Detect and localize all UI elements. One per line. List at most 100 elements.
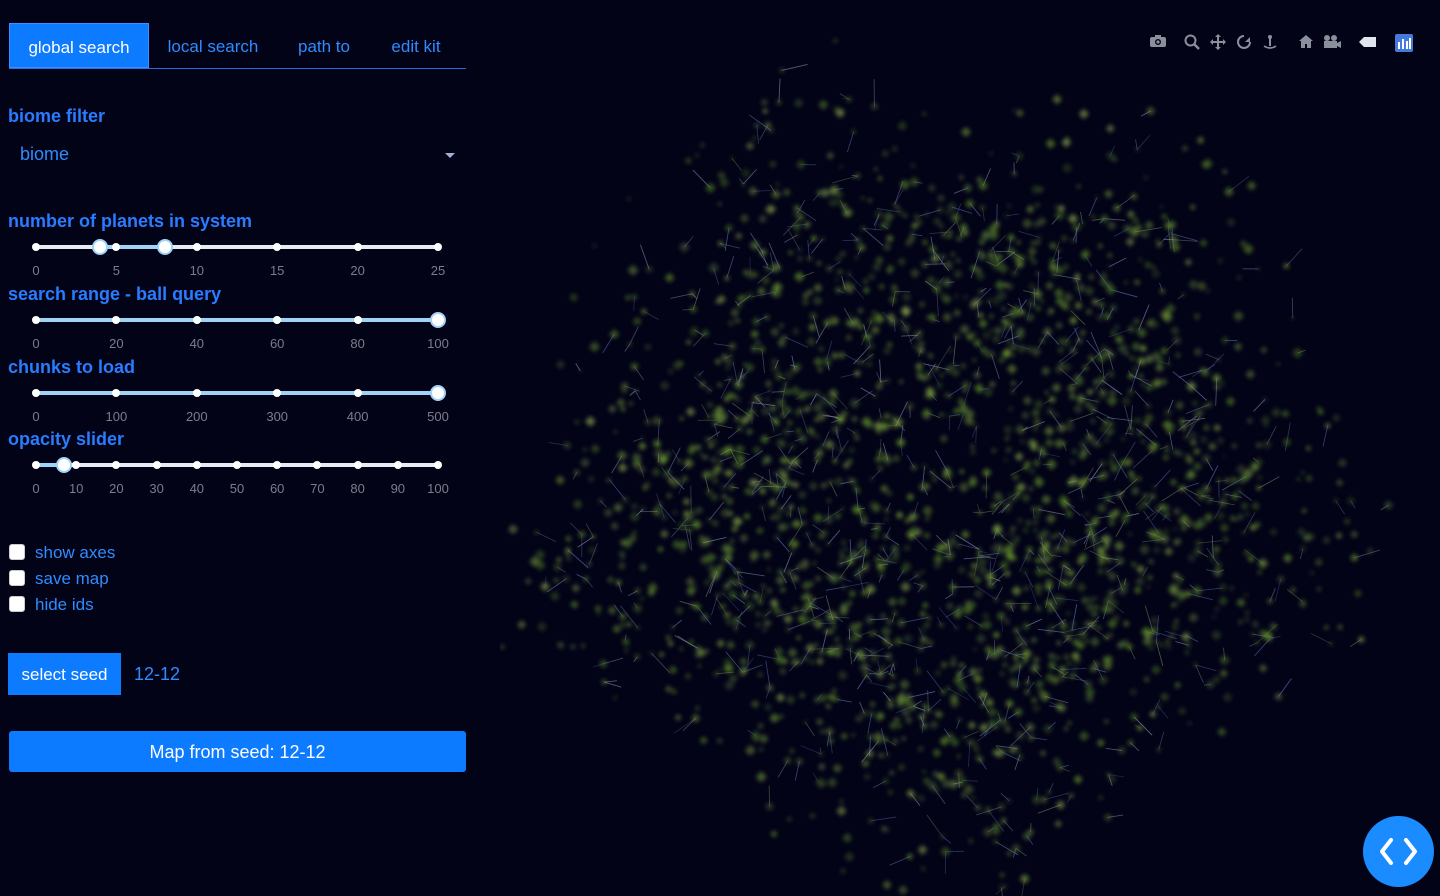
star-system-point [643, 342, 652, 352]
save-map-checkbox[interactable]: save map [9, 566, 115, 592]
tab-local-search[interactable]: local search [157, 23, 269, 68]
star-system-point [751, 316, 761, 327]
star-system-point [626, 196, 631, 202]
planets-slider[interactable]: 0 5 10 15 20 25 [32, 239, 445, 287]
checkbox-box[interactable] [9, 570, 25, 587]
tab-global-search[interactable]: global search [9, 23, 149, 68]
hide-ids-label[interactable]: hide ids [35, 595, 94, 614]
star-system-point [1078, 108, 1090, 120]
star-system-point [922, 769, 927, 774]
star-system-point [840, 539, 848, 546]
star-system-point [880, 625, 892, 637]
star-system-point [1150, 268, 1162, 280]
checkbox-box[interactable] [9, 596, 25, 613]
star-system-point [659, 380, 670, 391]
system-link-line [1138, 304, 1150, 331]
star-system-point [744, 639, 756, 651]
galaxy-map-plot[interactable] [500, 20, 1400, 896]
star-system-point [938, 621, 945, 629]
chevron-down-icon[interactable] [445, 153, 455, 158]
slider-handle[interactable] [430, 312, 446, 328]
slider-handle[interactable] [92, 239, 109, 255]
star-system-point [913, 213, 920, 220]
star-system-point [828, 314, 833, 319]
checkbox-box[interactable] [9, 544, 25, 561]
biome-dropdown-placeholder: biome [20, 144, 70, 164]
star-system-point [870, 325, 881, 335]
star-system-point [1074, 301, 1083, 310]
star-system-point [1194, 538, 1203, 548]
system-link-line [1154, 469, 1171, 488]
star-system-point [1140, 438, 1146, 444]
code-toggle-button[interactable] [1363, 816, 1434, 887]
star-system-point [699, 736, 708, 745]
slider-handle[interactable] [430, 385, 446, 401]
system-link-line [885, 536, 900, 546]
star-system-point [940, 846, 951, 858]
star-system-point [1236, 597, 1246, 608]
star-system-point [1226, 217, 1236, 227]
star-system-point [1212, 675, 1221, 684]
system-link-line [788, 620, 811, 630]
star-system-point [667, 367, 675, 375]
star-system-point [1070, 447, 1079, 456]
star-system-point [555, 475, 566, 486]
star-system-point [869, 102, 879, 111]
save-map-label[interactable]: save map [35, 569, 109, 588]
star-system-point [656, 545, 664, 553]
biome-dropdown[interactable]: biome [9, 138, 466, 172]
system-link-line [844, 353, 859, 363]
hide-ids-checkbox[interactable]: hide ids [9, 592, 115, 618]
star-system-point [1025, 519, 1032, 526]
star-system-point [1028, 255, 1034, 261]
star-system-point [1022, 395, 1033, 406]
star-system-point [1079, 329, 1087, 337]
opacity-slider[interactable]: 0 10 20 30 40 50 60 70 80 90 100 [32, 457, 449, 505]
star-system-point [609, 329, 620, 340]
tab-path-to[interactable]: path to [284, 23, 364, 68]
star-system-point [920, 569, 925, 575]
show-axes-checkbox[interactable]: show axes [9, 540, 115, 566]
star-system-point [1087, 273, 1096, 281]
star-system-point [729, 353, 734, 358]
star-system-point [1011, 585, 1022, 597]
slider-handle[interactable] [56, 457, 73, 473]
star-system-point [1089, 405, 1097, 413]
star-system-point [1008, 745, 1018, 755]
map-from-seed-button[interactable]: Map from seed: 12-12 [9, 731, 466, 772]
star-system-point [680, 474, 689, 483]
star-system-point [620, 381, 630, 391]
tab-edit-kit[interactable]: edit kit [379, 23, 453, 68]
search-range-slider-label: search range - ball query [8, 284, 222, 304]
star-system-point [660, 513, 669, 522]
search-range-slider[interactable]: 0 20 40 60 80 100 [32, 312, 449, 360]
star-system-point [612, 429, 619, 435]
star-system-point [1170, 325, 1180, 336]
star-system-point [914, 361, 924, 371]
star-system-point [831, 687, 838, 694]
star-system-point [1047, 652, 1056, 661]
chunks-slider[interactable]: 0 100 200 300 400 500 [32, 385, 449, 433]
star-system-point [571, 583, 581, 593]
star-system-point [703, 578, 712, 587]
star-system-point [988, 151, 994, 156]
star-system-point [729, 538, 735, 544]
system-link-line [800, 745, 822, 755]
star-system-point [627, 264, 639, 276]
star-system-point [752, 445, 762, 456]
star-system-point [1066, 661, 1072, 667]
star-system-point [1185, 642, 1192, 649]
star-system-point [1256, 266, 1261, 272]
slider-mark-label: 40 [189, 336, 205, 351]
star-system-point [778, 322, 785, 329]
star-system-point [1030, 506, 1036, 512]
system-link-line [1067, 487, 1082, 494]
slider-mark-label: 300 [266, 409, 289, 424]
slider-step-dot [112, 316, 121, 324]
show-axes-label[interactable]: show axes [35, 543, 115, 562]
star-system-point [818, 99, 829, 110]
star-system-point [1219, 669, 1228, 678]
select-seed-button[interactable]: select seed [8, 653, 121, 695]
slider-handle[interactable] [156, 239, 173, 255]
star-system-point [778, 67, 785, 74]
